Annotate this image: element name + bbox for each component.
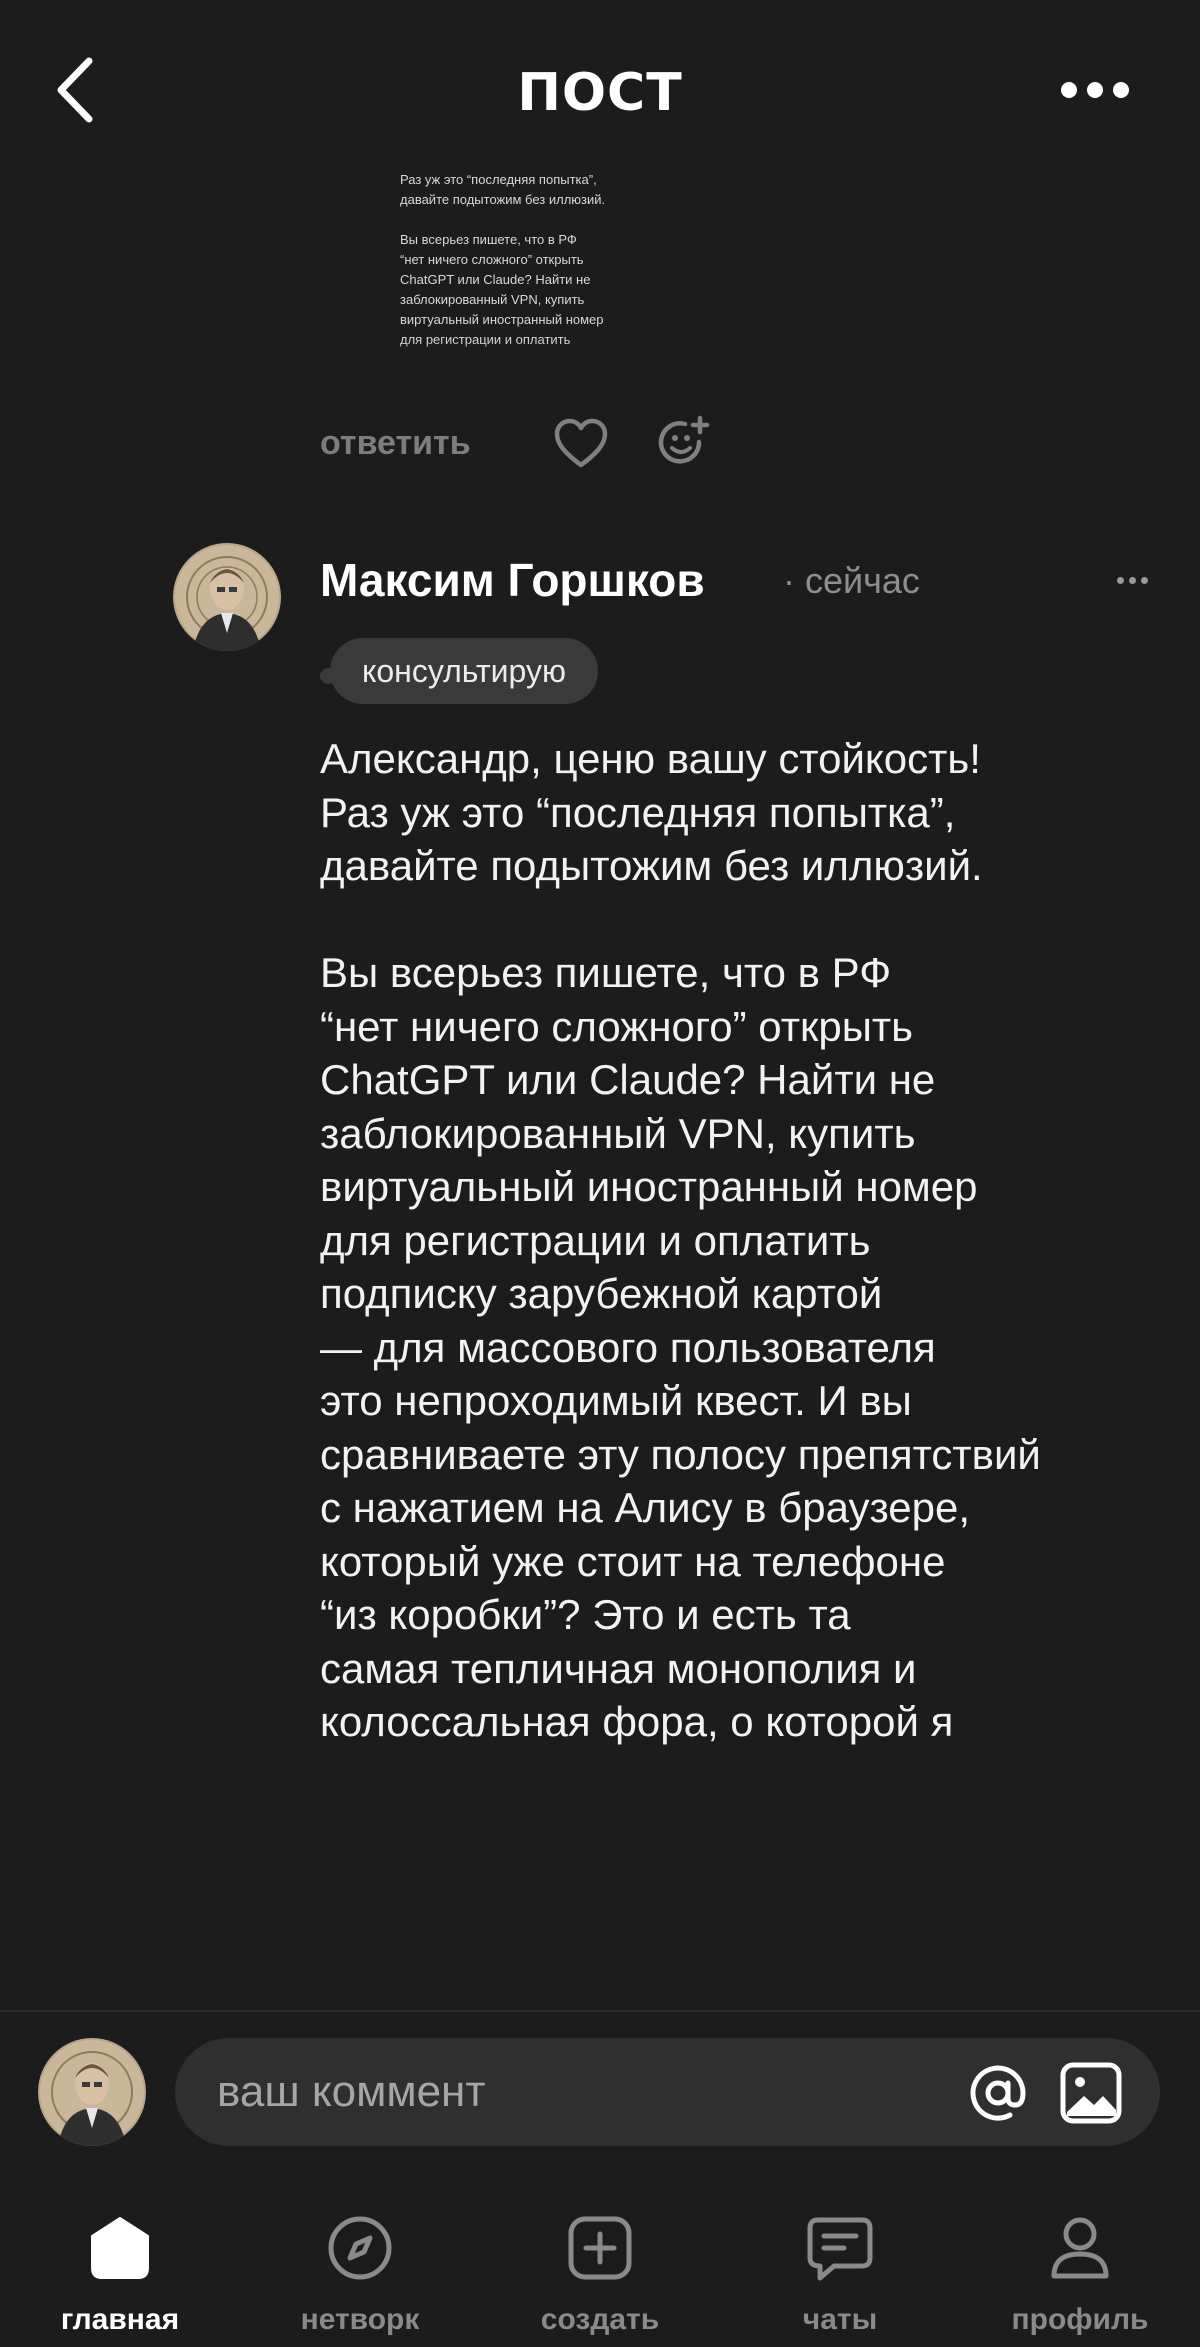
comment-paragraph: Вы всерьез пишете, что в РФ “нет ничего … — [320, 949, 1041, 1745]
page-title: ПОСТ — [517, 63, 683, 123]
my-avatar[interactable] — [38, 2038, 146, 2146]
comment-timestamp: · сейчас — [783, 560, 920, 601]
nav-label: чаты — [802, 2303, 878, 2336]
nav-label: профиль — [1011, 2303, 1149, 2336]
compass-icon — [328, 2216, 392, 2280]
reply-button[interactable]: ответить — [320, 418, 471, 468]
nav-label: нетворк — [300, 2303, 420, 2336]
nav-item-home[interactable]: главная — [0, 2190, 240, 2340]
avatar-image — [173, 543, 281, 651]
more-dot — [1087, 82, 1103, 98]
more-dot — [1140, 576, 1148, 584]
comment-text: Александр, ценю вашу стойкость! Раз уж э… — [320, 732, 1180, 2002]
comment-more-button[interactable] — [1112, 560, 1152, 600]
attach-image-button[interactable] — [1058, 2060, 1124, 2126]
add-reaction-icon — [658, 415, 710, 464]
like-button[interactable] — [552, 415, 610, 473]
nav-item-chats[interactable]: чаты — [720, 2190, 960, 2340]
more-options-button[interactable] — [1040, 70, 1150, 110]
preview-fade — [300, 340, 780, 380]
status-badge: консультирую — [330, 638, 598, 704]
avatar-image — [38, 2038, 146, 2146]
nav-label: создать — [540, 2303, 660, 2336]
heart-icon — [554, 418, 608, 468]
nav-item-create[interactable]: создать — [480, 2190, 720, 2340]
more-dot — [1113, 82, 1129, 98]
author-avatar[interactable] — [173, 543, 281, 651]
author-name[interactable]: Максим Горшков — [320, 548, 705, 612]
at-icon — [970, 2065, 1026, 2121]
more-dots-icon — [1061, 82, 1077, 98]
mention-button[interactable] — [965, 2060, 1031, 2126]
profile-icon — [1051, 2217, 1109, 2279]
nav-item-profile[interactable]: профиль — [960, 2190, 1200, 2340]
more-dot — [1128, 576, 1136, 584]
image-icon — [1060, 2062, 1122, 2124]
add-reaction-button[interactable] — [655, 412, 713, 470]
comment-paragraph: Александр, ценю вашу стойкость! Раз уж э… — [320, 735, 983, 889]
plus-square-icon — [568, 2216, 632, 2280]
more-dots-icon — [1116, 576, 1124, 584]
nav-label: главная — [60, 2303, 180, 2336]
chat-icon — [807, 2217, 873, 2281]
home-icon — [91, 2217, 149, 2279]
nav-item-network[interactable]: нетворк — [240, 2190, 480, 2340]
